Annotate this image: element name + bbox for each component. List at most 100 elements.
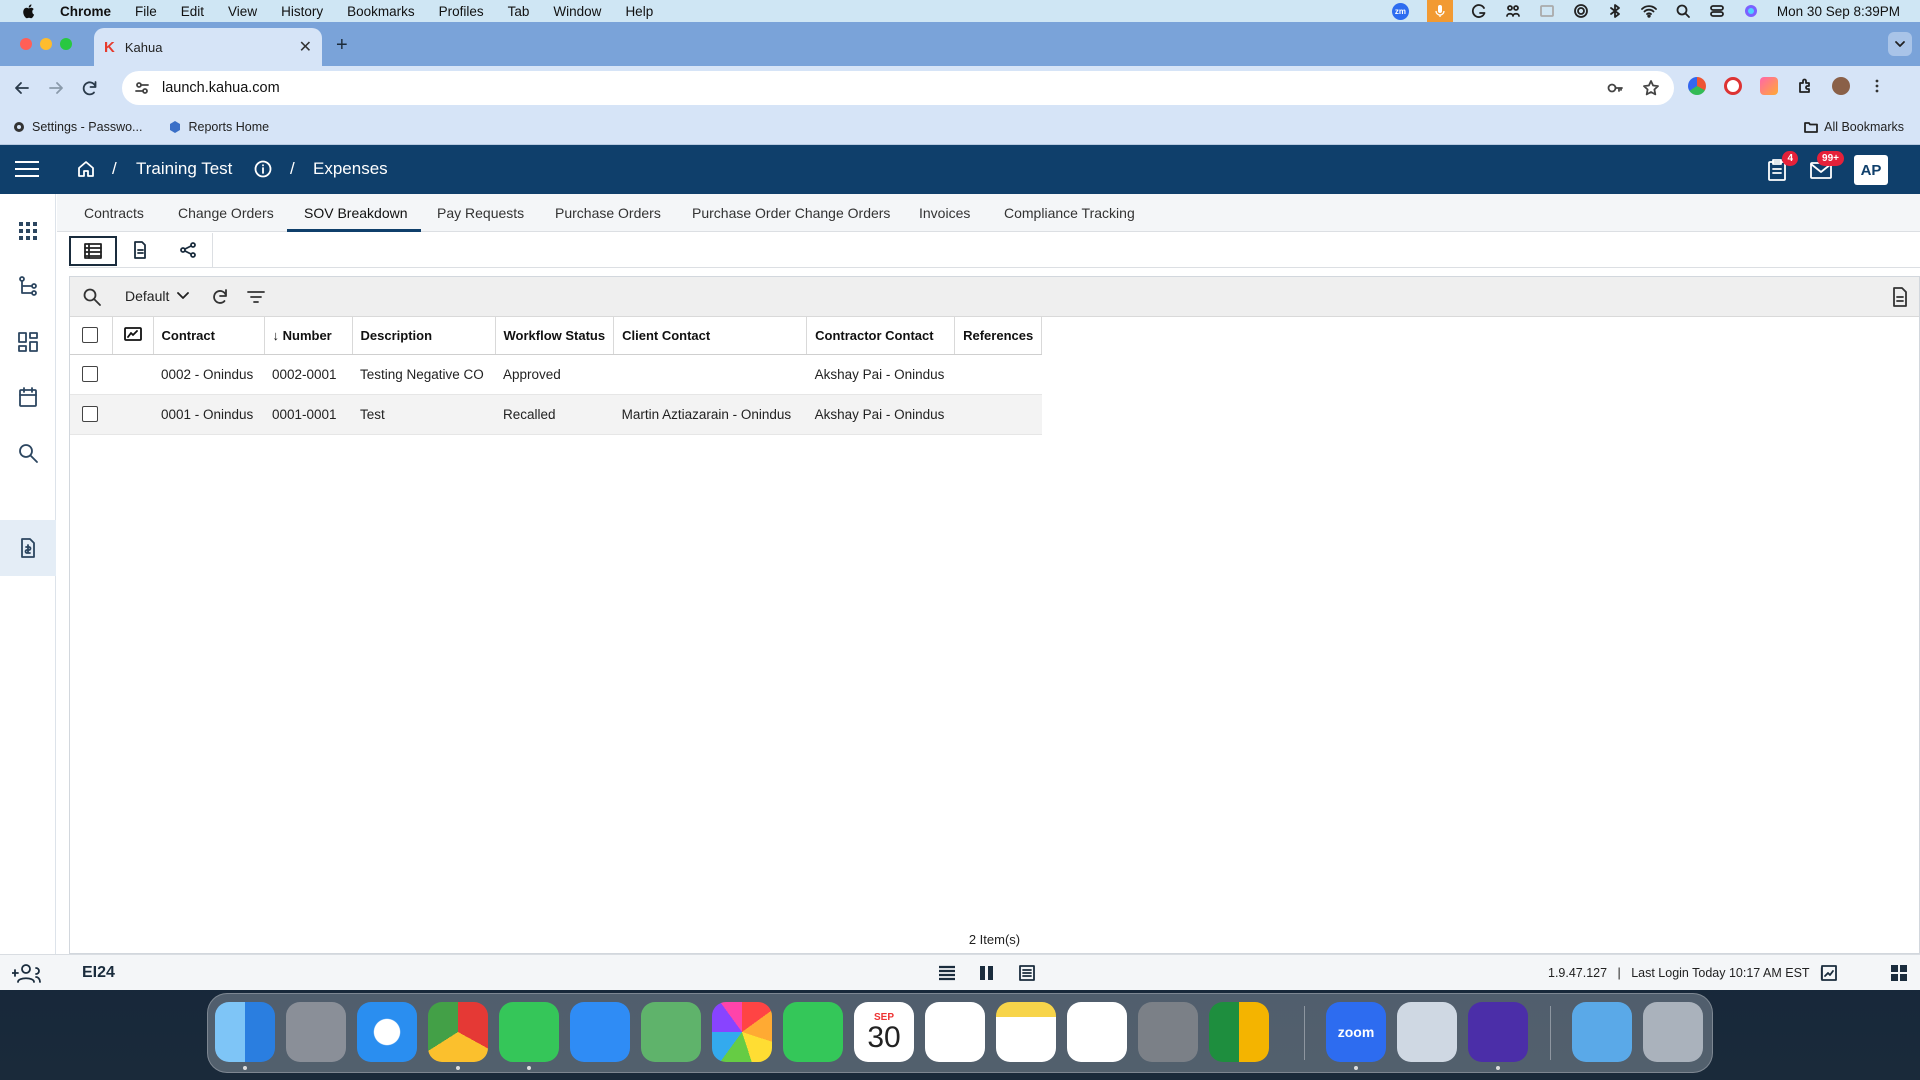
- browser-menu-icon[interactable]: [1868, 77, 1886, 95]
- menu-tab[interactable]: Tab: [508, 4, 530, 19]
- people-icon[interactable]: [1505, 3, 1521, 19]
- menu-window[interactable]: Window: [553, 4, 601, 19]
- list-view-button[interactable]: [69, 236, 117, 266]
- siri-icon[interactable]: [1743, 3, 1759, 19]
- launchpad-icon[interactable]: [286, 1002, 346, 1062]
- microphone-icon[interactable]: [1426, 0, 1453, 22]
- breadcrumb-module[interactable]: Expenses: [313, 159, 388, 179]
- table-row[interactable]: 0002 - Onindus 0002-0001 Testing Negativ…: [70, 354, 1042, 395]
- zoom-status-icon[interactable]: zm: [1391, 2, 1409, 20]
- select-all-checkbox[interactable]: [82, 327, 98, 344]
- view-selector[interactable]: Default: [125, 288, 190, 304]
- calendar-app-icon[interactable]: SEP 30: [854, 1002, 914, 1062]
- share-icon[interactable]: [179, 241, 197, 259]
- forward-icon[interactable]: [46, 78, 66, 98]
- tab-purchase-orders[interactable]: Purchase Orders: [555, 205, 661, 221]
- zoom-icon[interactable]: zoom: [1326, 1002, 1386, 1062]
- column-header-references[interactable]: References: [954, 317, 1043, 355]
- new-tab-icon[interactable]: +: [336, 34, 348, 57]
- screen-icon[interactable]: [1539, 3, 1555, 19]
- search-icon[interactable]: [17, 442, 39, 464]
- menu-history[interactable]: History: [281, 4, 323, 19]
- home-icon[interactable]: [76, 159, 96, 179]
- extensions-puzzle-icon[interactable]: [1796, 77, 1814, 95]
- cell-references[interactable]: [954, 394, 1042, 435]
- freeform-icon[interactable]: [1067, 1002, 1127, 1062]
- windows-logo-icon[interactable]: [1890, 964, 1908, 982]
- window-zoom-button[interactable]: [60, 38, 72, 50]
- mail-icon[interactable]: [570, 1002, 630, 1062]
- system-settings-icon[interactable]: [1138, 1002, 1198, 1062]
- document-layout-icon[interactable]: [1018, 964, 1036, 982]
- dashboard-icon[interactable]: [17, 331, 39, 353]
- downloads-folder-icon[interactable]: [1572, 1002, 1632, 1062]
- tab-purchase-order-change-orders[interactable]: Purchase Order Change Orders: [692, 205, 890, 221]
- column-header-contractor-contact[interactable]: Contractor Contact: [806, 317, 956, 355]
- hierarchy-tree-icon[interactable]: [17, 275, 39, 297]
- messages-icon[interactable]: [499, 1002, 559, 1062]
- bluetooth-icon[interactable]: [1607, 3, 1623, 19]
- column-header-description[interactable]: Description: [352, 317, 496, 355]
- window-minimize-button[interactable]: [40, 38, 52, 50]
- chrome-icon[interactable]: [428, 1002, 488, 1062]
- list-layout-icon[interactable]: [938, 964, 956, 982]
- cell-contract[interactable]: 0001 - Onindus: [153, 394, 264, 435]
- facetime-icon[interactable]: [783, 1002, 843, 1062]
- finder-icon[interactable]: [215, 1002, 275, 1062]
- back-icon[interactable]: [12, 78, 32, 98]
- bookmark-star-icon[interactable]: [1642, 79, 1660, 97]
- cell-references[interactable]: [954, 354, 1042, 395]
- profile-avatar-icon[interactable]: [1832, 77, 1850, 95]
- breadcrumb-project[interactable]: Training Test: [136, 159, 232, 179]
- all-bookmarks-button[interactable]: All Bookmarks: [1804, 120, 1904, 134]
- trash-icon[interactable]: [1643, 1002, 1703, 1062]
- record-extension-icon[interactable]: [1724, 77, 1742, 95]
- report-chart-icon[interactable]: [1820, 964, 1838, 982]
- tab-compliance-tracking[interactable]: Compliance Tracking: [1004, 205, 1135, 221]
- tab-search-icon[interactable]: [1888, 32, 1912, 56]
- cell-number[interactable]: 0002-0001: [264, 354, 352, 395]
- tab-pay-requests[interactable]: Pay Requests: [437, 205, 524, 221]
- column-header-client-contact[interactable]: Client Contact: [613, 317, 808, 355]
- calendar-icon[interactable]: [17, 386, 39, 408]
- document-view-icon[interactable]: [131, 241, 149, 259]
- cell-number[interactable]: 0001-0001: [264, 394, 352, 435]
- preview-icon[interactable]: [1397, 1002, 1457, 1062]
- column-header-number[interactable]: ↓ Number: [264, 317, 353, 355]
- menu-app-name[interactable]: Chrome: [60, 4, 111, 19]
- user-avatar[interactable]: AP: [1854, 155, 1888, 185]
- export-document-icon[interactable]: [1891, 287, 1909, 307]
- hamburger-menu-icon[interactable]: [14, 159, 40, 179]
- tab-change-orders[interactable]: Change Orders: [178, 205, 274, 221]
- filter-icon[interactable]: [246, 287, 266, 307]
- cell-contract[interactable]: 0002 - Onindus: [153, 354, 264, 395]
- add-people-icon[interactable]: [12, 962, 44, 984]
- menu-help[interactable]: Help: [625, 4, 653, 19]
- window-close-button[interactable]: [20, 38, 32, 50]
- row-checkbox[interactable]: [82, 406, 98, 422]
- column-header-contract[interactable]: Contract: [153, 317, 265, 355]
- menu-view[interactable]: View: [228, 4, 257, 19]
- tab-contracts[interactable]: Contracts: [84, 205, 144, 221]
- wifi-icon[interactable]: [1641, 3, 1657, 19]
- notes-icon[interactable]: [996, 1002, 1056, 1062]
- site-info-icon[interactable]: [134, 80, 150, 96]
- comment-column-header[interactable]: [112, 317, 154, 355]
- url-text[interactable]: launch.kahua.com: [162, 80, 280, 96]
- cell-workflow-status[interactable]: Approved: [495, 354, 614, 395]
- row-checkbox[interactable]: [82, 366, 98, 382]
- menu-bookmarks[interactable]: Bookmarks: [347, 4, 415, 19]
- menu-edit[interactable]: Edit: [181, 4, 204, 19]
- browser-tab[interactable]: K Kahua ✕: [94, 28, 322, 66]
- spotlight-search-icon[interactable]: [1675, 3, 1691, 19]
- cell-workflow-status[interactable]: Recalled: [495, 394, 614, 435]
- cell-description[interactable]: Test: [352, 394, 495, 435]
- split-layout-icon[interactable]: [978, 964, 996, 982]
- apple-icon[interactable]: [20, 2, 38, 20]
- menu-profiles[interactable]: Profiles: [439, 4, 484, 19]
- bookmark-reports-home[interactable]: Reports Home: [168, 120, 269, 134]
- tab-close-icon[interactable]: ✕: [299, 37, 312, 57]
- cell-contractor-contact[interactable]: Akshay Pai - Onindus: [806, 394, 955, 435]
- bookmark-settings[interactable]: Settings - Passwo...: [12, 120, 142, 134]
- menu-file[interactable]: File: [135, 4, 157, 19]
